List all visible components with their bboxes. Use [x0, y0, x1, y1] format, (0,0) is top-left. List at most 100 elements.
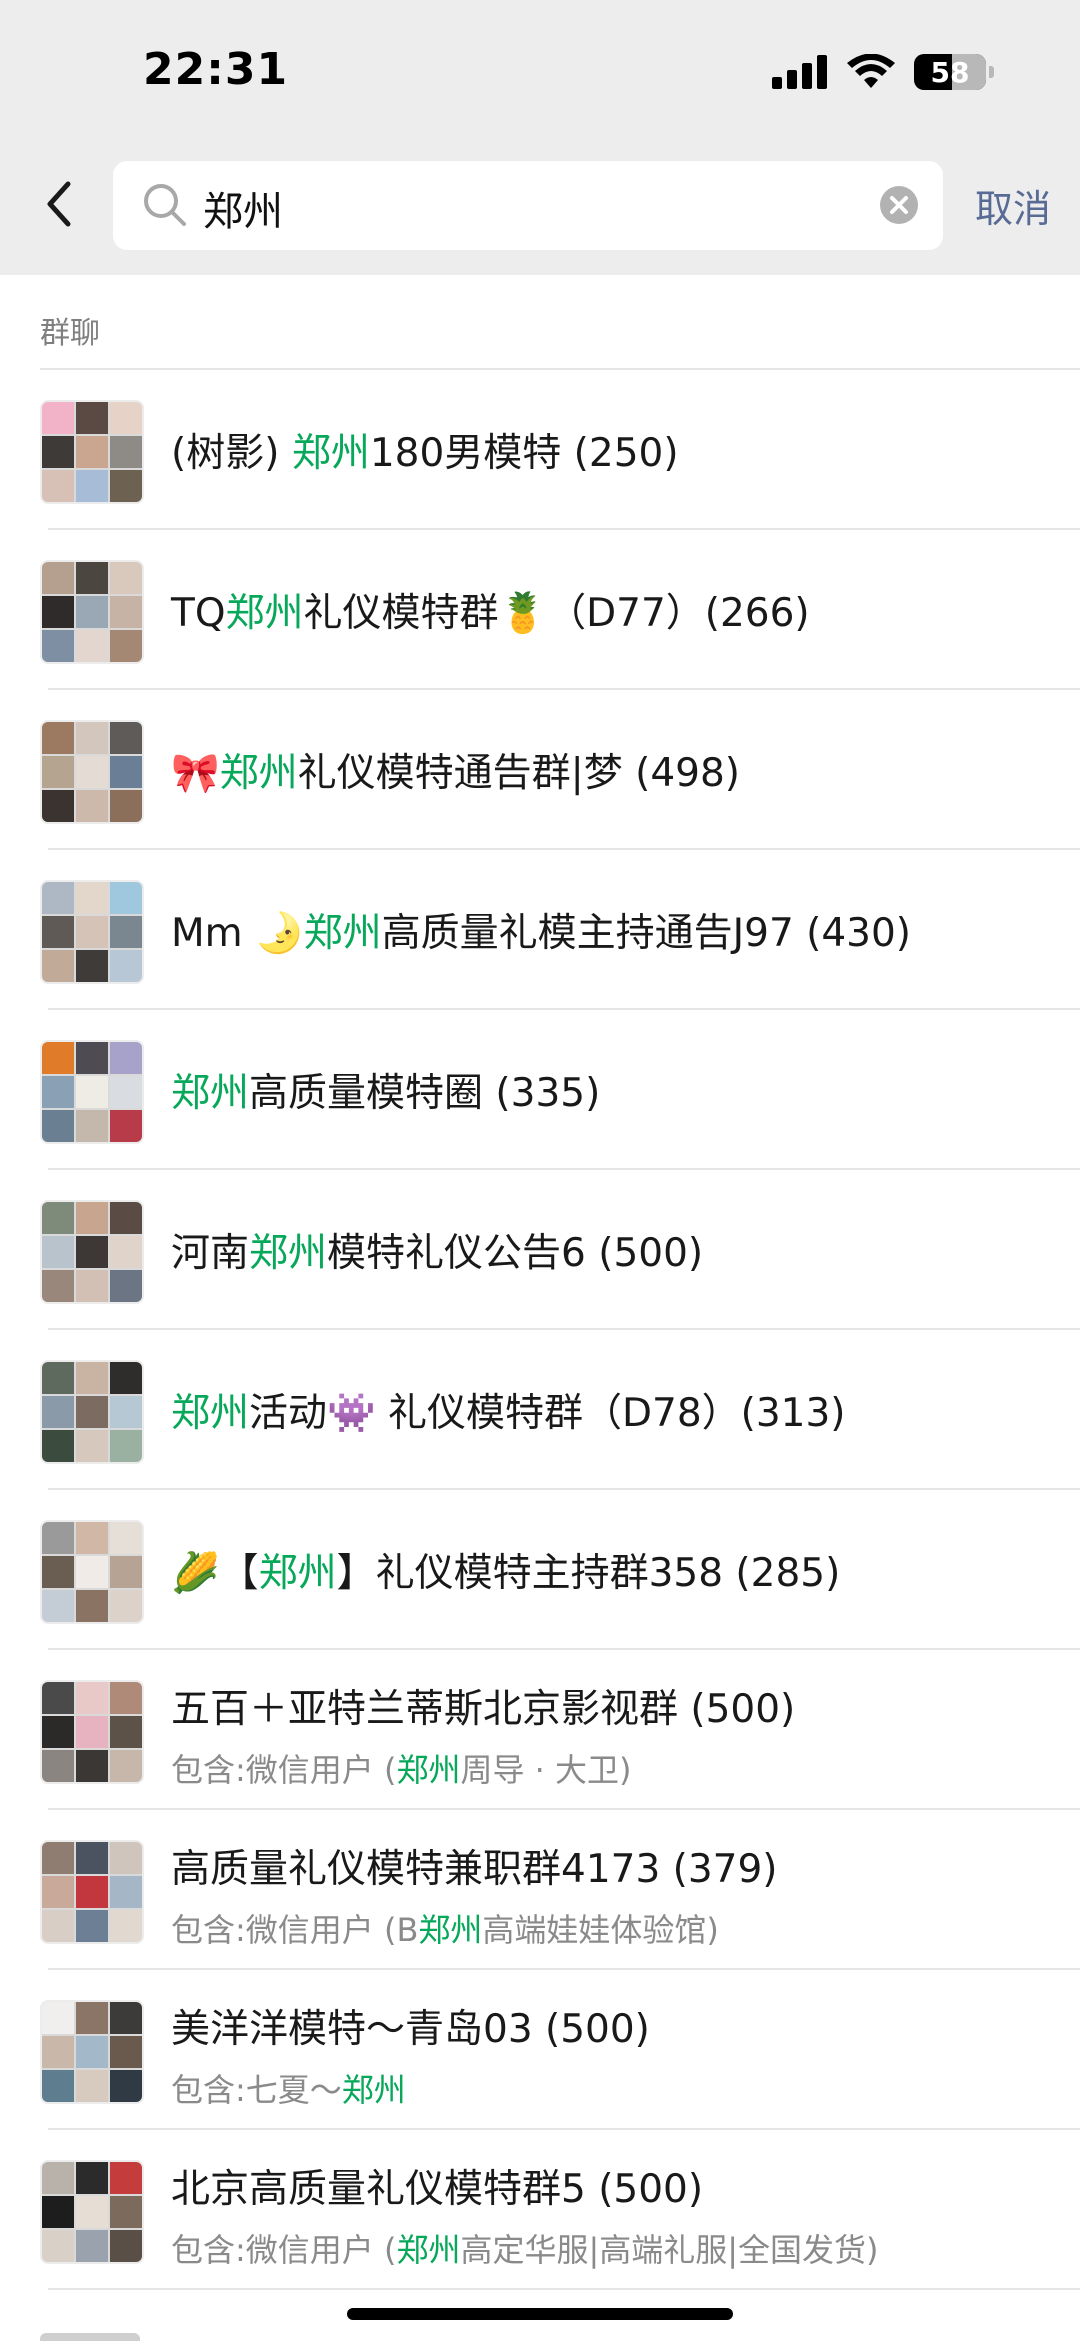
- group-row[interactable]: Mm 🌛郑州高质量礼模主持通告J97 (430): [0, 850, 1080, 1010]
- avatar-tile: [110, 1236, 142, 1268]
- back-button[interactable]: [34, 174, 84, 234]
- avatar-tile: [110, 1110, 142, 1142]
- group-name: 🌽【郑州】礼仪模特主持群358 (285): [171, 1542, 840, 1598]
- avatar-tile: [110, 1430, 142, 1462]
- group-row[interactable]: 美洋洋模特～青岛03 (500) 包含:七夏～郑州: [0, 1970, 1080, 2130]
- avatar-tile: [76, 596, 108, 628]
- group-avatar: [40, 1360, 144, 1464]
- text-segment: 高质量模特圈 (335): [249, 1071, 601, 1116]
- avatar-tile: [76, 1110, 108, 1142]
- group-name: 高质量礼仪模特兼职群4173 (379): [171, 1838, 778, 1894]
- text-segment: 礼仪模特群🍍（D77）(266): [303, 591, 810, 636]
- avatar-tile: [42, 2070, 74, 2102]
- avatar-tile: [110, 1842, 142, 1874]
- avatar-tile: [76, 2230, 108, 2262]
- avatar-tile: [110, 1202, 142, 1234]
- group-row[interactable]: 河南郑州模特礼仪公告6 (500): [0, 1170, 1080, 1330]
- avatar-tile: [110, 2070, 142, 2102]
- group-row[interactable]: 五百＋亚特兰蒂斯北京影视群 (500) 包含:微信用户 (郑州周导 · 大卫): [0, 1650, 1080, 1810]
- text-segment: 高质量礼模主持通告J97 (430): [381, 911, 912, 956]
- avatar-tile: [42, 1716, 74, 1748]
- avatar-tile: [42, 790, 74, 822]
- avatar-tile: [110, 1076, 142, 1108]
- avatar-tile: [110, 1716, 142, 1748]
- avatar-tile: [76, 402, 108, 434]
- avatar-tile: [110, 1270, 142, 1302]
- member-match: 包含:微信用户 (B郑州高端娃娃体验馆): [171, 1905, 719, 1951]
- member-match: 包含:七夏～郑州: [171, 2065, 406, 2111]
- text-segment: 周导 · 大卫): [460, 1751, 632, 1789]
- avatar-tile: [42, 916, 74, 948]
- search-query[interactable]: 郑州: [203, 179, 283, 237]
- group-name: 河南郑州模特礼仪公告6 (500): [171, 1222, 703, 1278]
- avatar-tile: [110, 1362, 142, 1394]
- avatar-tile: [76, 916, 108, 948]
- avatar-tile: [42, 1202, 74, 1234]
- status-icons: 58: [772, 52, 994, 92]
- text-segment: 活动👾 礼仪模特群（D78）(313): [249, 1391, 846, 1436]
- avatar-tile: [110, 2002, 142, 2034]
- group-row[interactable]: TQ郑州礼仪模特群🍍（D77）(266): [0, 530, 1080, 690]
- avatar-tile: [110, 790, 142, 822]
- search-icon: [144, 184, 186, 226]
- avatar-tile: [42, 1110, 74, 1142]
- signal-icon: [772, 55, 827, 89]
- avatar-tile: [42, 1750, 74, 1782]
- avatar-tile: [76, 1430, 108, 1462]
- avatar-tile: [76, 1396, 108, 1428]
- clear-icon[interactable]: [879, 185, 919, 225]
- keyword-highlight: 郑州: [418, 1911, 483, 1949]
- group-name: 郑州高质量模特圈 (335): [171, 1062, 600, 1118]
- group-row[interactable]: 郑州活动👾 礼仪模特群（D78）(313): [0, 1330, 1080, 1490]
- avatar-tile: [76, 1270, 108, 1302]
- chevron-left-icon: [47, 181, 71, 227]
- avatar-tile: [76, 436, 108, 468]
- group-name: 五百＋亚特兰蒂斯北京影视群 (500): [171, 1678, 795, 1734]
- keyword-highlight: 郑州: [171, 1391, 250, 1436]
- avatar-tile: [42, 562, 74, 594]
- member-match: 包含:微信用户 (郑州周导 · 大卫): [171, 1745, 631, 1791]
- avatar-tile: [110, 596, 142, 628]
- avatar-tile: [110, 2230, 142, 2262]
- group-name: 北京高质量礼仪模特群5 (500): [171, 2158, 703, 2214]
- group-avatar: [40, 400, 144, 504]
- text-segment: 高端娃娃体验馆): [482, 1911, 719, 1949]
- avatar-tile: [42, 1590, 74, 1622]
- avatar-tile: [110, 402, 142, 434]
- group-avatar: [40, 1040, 144, 1144]
- search-input[interactable]: 郑州: [113, 161, 943, 250]
- group-row[interactable]: 🎀郑州礼仪模特通告群|梦 (498): [0, 690, 1080, 850]
- avatar-tile: [110, 1042, 142, 1074]
- text-segment: 包含:微信用户 (B: [171, 1911, 419, 1949]
- avatar-tile: [110, 470, 142, 502]
- text-segment: TQ: [171, 591, 226, 636]
- avatar-tile: [42, 1682, 74, 1714]
- group-row[interactable]: 高质量礼仪模特兼职群4173 (379) 包含:微信用户 (B郑州高端娃娃体验馆): [0, 1810, 1080, 1970]
- avatar-tile: [76, 630, 108, 662]
- avatar-tile: [110, 2162, 142, 2194]
- group-row[interactable]: (树影) 郑州180男模特 (250): [0, 370, 1080, 530]
- group-row[interactable]: 北京高质量礼仪模特群5 (500) 包含:微信用户 (郑州高定华服|高端礼服|全国…: [0, 2130, 1080, 2290]
- avatar-tile: [110, 436, 142, 468]
- section-title: 群聊: [40, 316, 100, 351]
- avatar-tile: [42, 436, 74, 468]
- avatar-tile: [42, 596, 74, 628]
- text-segment: 】礼仪模特主持群358 (285): [336, 1551, 841, 1596]
- avatar-tile: [42, 2230, 74, 2262]
- group-avatar: [40, 2160, 144, 2264]
- avatar-tile: [110, 1396, 142, 1428]
- avatar-tile: [42, 630, 74, 662]
- group-row[interactable]: 🌽【郑州】礼仪模特主持群358 (285): [0, 1490, 1080, 1650]
- keyword-highlight: 郑州: [396, 2231, 461, 2269]
- text-segment: 高质量礼仪模特兼职群4173 (379): [171, 1847, 778, 1892]
- avatar-tile: [110, 1556, 142, 1588]
- avatar-tile: [110, 722, 142, 754]
- cancel-button[interactable]: 取消: [975, 178, 1051, 233]
- home-indicator: [347, 2308, 733, 2320]
- text-segment: 美洋洋模特～青岛03 (500): [171, 2007, 650, 2052]
- group-avatar: [40, 720, 144, 824]
- keyword-highlight: 郑州: [341, 2071, 406, 2109]
- text-segment: 包含:七夏～: [171, 2071, 342, 2109]
- avatar-tile: [76, 1716, 108, 1748]
- group-row[interactable]: 郑州高质量模特圈 (335): [0, 1010, 1080, 1170]
